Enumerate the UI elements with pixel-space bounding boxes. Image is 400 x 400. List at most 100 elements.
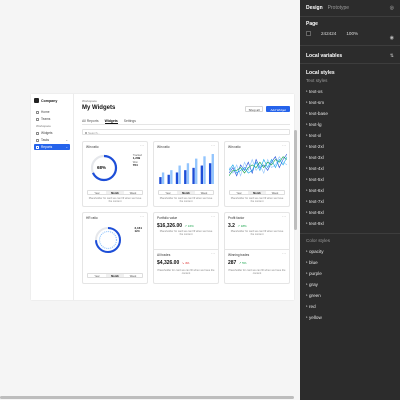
text-style-item[interactable]: ▸ text-base xyxy=(300,108,400,119)
chevron-right-icon[interactable]: ▸ xyxy=(306,257,308,268)
chevron-right-icon[interactable]: ▸ xyxy=(306,246,308,257)
chevron-right-icon[interactable]: ▸ xyxy=(306,312,308,323)
text-style-item[interactable]: ▸ text-8xl xyxy=(300,207,400,218)
chevron-right-icon[interactable]: ▸ xyxy=(306,119,308,130)
chevron-right-icon[interactable]: ▸ xyxy=(306,301,308,312)
visibility-icon[interactable]: ◉ xyxy=(390,35,394,41)
color-style-item[interactable]: ▸ yellow xyxy=(300,312,400,323)
period-week[interactable]: Week xyxy=(195,191,213,195)
text-style-item[interactable]: ▸ text-4xl xyxy=(300,163,400,174)
color-style-item[interactable]: ▸ green xyxy=(300,290,400,301)
period-year[interactable]: Year xyxy=(88,274,106,278)
chevron-right-icon[interactable]: ▸ xyxy=(306,290,308,301)
more-icon[interactable]: ··· xyxy=(282,215,286,219)
period-toggle[interactable]: Year Month Week xyxy=(87,273,143,278)
widget-card-portfolio-value[interactable]: Portfolio value ··· $16,326.00 ↗ 16% Pla… xyxy=(153,212,219,284)
page-color-swatch[interactable] xyxy=(306,30,311,36)
local-variables-section[interactable]: Local variables ⇅ xyxy=(300,45,400,63)
page-opacity-value[interactable]: 100% xyxy=(346,31,358,36)
widget-card-win-ratio-lines[interactable]: Win ratio ··· Year Month Week Placeholde… xyxy=(224,141,290,207)
sort-icon[interactable]: ⇅ xyxy=(390,53,394,59)
nav-item-reports[interactable]: Reports ⌄ xyxy=(34,144,70,150)
chevron-right-icon[interactable]: ▸ xyxy=(306,207,308,218)
text-style-item[interactable]: ▸ text-6xl xyxy=(300,185,400,196)
chevron-right-icon[interactable]: ▸ xyxy=(306,152,308,163)
period-month[interactable]: Month xyxy=(248,191,266,195)
text-style-item[interactable]: ▸ text-9xl xyxy=(300,218,400,229)
widget-card-win-ratio-bars[interactable]: Win ratio ··· Year Month Week Placeholde… xyxy=(153,141,219,207)
tab-widgets[interactable]: Widgets xyxy=(104,119,118,124)
chevron-right-icon[interactable]: ▸ xyxy=(306,174,308,185)
canvas[interactable]: Company Home Teams Workspace Widgets Tas… xyxy=(0,0,300,400)
text-style-item[interactable]: ▸ text-lg xyxy=(300,119,400,130)
period-month[interactable]: Month xyxy=(106,191,124,195)
breadcrumb[interactable]: Workspace xyxy=(82,99,290,103)
tab-settings[interactable]: Settings xyxy=(124,119,136,124)
text-style-item[interactable]: ▸ text-xl xyxy=(300,130,400,141)
add-widget-button[interactable]: Add Widget xyxy=(266,106,290,112)
chevron-right-icon[interactable]: ▸ xyxy=(306,218,308,229)
period-toggle[interactable]: Year Month Week xyxy=(229,190,285,195)
chevron-right-icon[interactable]: ▸ xyxy=(306,163,308,174)
period-week[interactable]: Week xyxy=(124,191,142,195)
more-icon[interactable]: ··· xyxy=(140,215,144,219)
more-icon[interactable]: ··· xyxy=(140,144,144,148)
period-year[interactable]: Year xyxy=(230,191,248,195)
nav-item-widgets[interactable]: Widgets xyxy=(34,130,70,136)
period-week[interactable]: Week xyxy=(124,274,142,278)
vertical-scrollbar[interactable] xyxy=(294,130,297,230)
chevron-right-icon[interactable]: ▸ xyxy=(306,97,308,108)
widget-card-profit-factor[interactable]: Profit factor ··· 3.2 ↗ 18% Placeholder … xyxy=(224,212,290,284)
bar xyxy=(192,167,195,184)
period-year[interactable]: Year xyxy=(88,191,106,195)
color-style-item[interactable]: ▸ gray xyxy=(300,279,400,290)
text-style-item[interactable]: ▸ text-3xl xyxy=(300,152,400,163)
horizontal-scrollbar[interactable] xyxy=(0,396,294,399)
more-icon[interactable]: ··· xyxy=(211,252,215,256)
tab-prototype[interactable]: Prototype xyxy=(328,5,349,11)
period-toggle[interactable]: Year Month Week xyxy=(87,190,143,195)
widget-card-win-ratio[interactable]: Win ratio ··· 68% Tracked 1,239 Won 764 xyxy=(82,141,148,207)
period-year[interactable]: Year xyxy=(159,191,177,195)
eye-icon[interactable]: ◎ xyxy=(390,5,394,11)
widget-grid: Win ratio ··· 68% Tracked 1,239 Won 764 xyxy=(82,141,290,284)
period-month[interactable]: Month xyxy=(177,191,195,195)
text-style-item[interactable]: ▸ text-sm xyxy=(300,97,400,108)
period-week[interactable]: Week xyxy=(266,191,284,195)
period-toggle[interactable]: Year Month Week xyxy=(158,190,214,195)
tab-design[interactable]: Design xyxy=(306,5,323,11)
page-fill-row[interactable]: 242424 100% xyxy=(306,30,394,36)
chevron-right-icon[interactable]: ▸ xyxy=(306,185,308,196)
text-style-item[interactable]: ▸ text-5xl xyxy=(300,174,400,185)
dashboard-frame[interactable]: Company Home Teams Workspace Widgets Tas… xyxy=(31,94,294,300)
text-style-item[interactable]: ▸ text-7xl xyxy=(300,196,400,207)
widget-card-hr-ratio[interactable]: HR ratio ··· 2,161 124 Year Month Week xyxy=(82,212,148,284)
period-month[interactable]: Month xyxy=(106,274,124,278)
sub-card-winning-trades[interactable]: Winning trades ··· 287 ↗ 5% Placeholder … xyxy=(225,249,289,278)
color-style-item[interactable]: ▸ red xyxy=(300,301,400,312)
tab-all-reports[interactable]: All Reports xyxy=(82,119,99,124)
chevron-right-icon[interactable]: ▸ xyxy=(306,130,308,141)
nav-item-teams[interactable]: Teams xyxy=(34,116,70,122)
page-color-value[interactable]: 242424 xyxy=(321,31,336,36)
color-style-item[interactable]: ▸ purple xyxy=(300,268,400,279)
text-style-item[interactable]: ▸ text-2xl xyxy=(300,141,400,152)
chevron-right-icon[interactable]: ▸ xyxy=(306,268,308,279)
chevron-right-icon[interactable]: ▸ xyxy=(306,108,308,119)
chevron-right-icon[interactable]: ▸ xyxy=(306,196,308,207)
more-icon[interactable]: ··· xyxy=(211,144,215,148)
nav-item-tasks[interactable]: Tasks ⌄ xyxy=(34,137,70,143)
chevron-right-icon[interactable]: ▸ xyxy=(306,279,308,290)
more-icon[interactable]: ··· xyxy=(282,144,286,148)
chevron-right-icon[interactable]: ▸ xyxy=(306,86,308,97)
more-icon[interactable]: ··· xyxy=(282,252,286,256)
text-style-item[interactable]: ▸ text-xs xyxy=(300,86,400,97)
shop-all-button[interactable]: Shop all xyxy=(244,106,264,112)
more-icon[interactable]: ··· xyxy=(211,215,215,219)
color-style-item[interactable]: ▸ blue xyxy=(300,257,400,268)
color-style-item[interactable]: ▸ opacity xyxy=(300,246,400,257)
nav-item-home[interactable]: Home xyxy=(34,109,70,115)
chevron-right-icon[interactable]: ▸ xyxy=(306,141,308,152)
sub-card-all-trades[interactable]: All trades ··· $4,326.00 ↘ 4% Placeholde… xyxy=(154,249,218,278)
search-input[interactable]: Search... xyxy=(82,129,290,135)
